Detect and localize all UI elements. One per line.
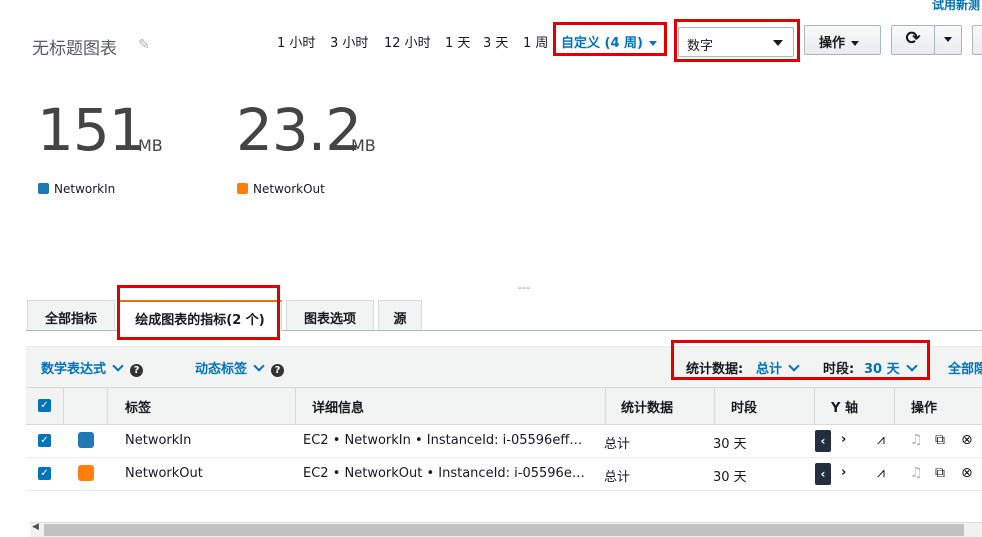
column-separator [894,387,895,425]
legend-swatch [38,183,49,194]
row-period[interactable]: 30 天 [713,433,747,452]
tab-source[interactable]: 源 [378,300,422,330]
y-axis-left-toggle[interactable]: ‹ [815,430,831,452]
column-header-y-axis[interactable]: Y 轴 [831,397,858,416]
chevron-down-icon [253,360,265,372]
y-axis-right-toggle[interactable]: › [841,465,846,480]
row-details: EC2 • NetworkOut • InstanceId: i-05596e… [303,466,585,481]
help-icon[interactable]: ? [130,364,144,377]
resize-handle[interactable]: --- [518,281,530,294]
column-separator [605,387,606,425]
row-statistic[interactable]: 总计 [604,466,630,485]
remove-icon[interactable]: ⊗ [961,432,973,448]
column-separator [107,387,108,425]
row-period[interactable]: 30 天 [713,466,747,485]
refresh-icon: ⟳ [905,28,921,49]
metric-unit-networkin: MB [138,136,163,155]
row-checkbox[interactable]: ✓ [38,467,51,480]
metric-value-networkout: 23.2 [236,96,362,164]
metric-value-networkin: 151 [37,96,146,164]
y-axis-right-toggle[interactable]: › [841,432,846,447]
scrollbar-thumb[interactable] [44,524,964,536]
highlight-box [117,285,280,340]
range-3d[interactable]: 3 天 [483,32,508,51]
actions-button-label: 操作 [819,36,846,51]
row-statistic[interactable]: 总计 [604,433,630,452]
column-header-period[interactable]: 时段 [731,397,757,416]
scroll-left-icon[interactable]: ◀ [32,522,39,532]
select-all-checkbox[interactable]: ✓ [38,399,51,412]
range-12h[interactable]: 12 小时 [384,32,431,51]
refresh-button[interactable]: ⟳ [891,25,935,55]
highlight-box [671,340,930,380]
all-toggle-link[interactable]: 全部隐 [948,358,982,377]
legend-networkout: NetworkOut [237,182,325,196]
tab-all-metrics[interactable]: 全部指标 [27,300,115,330]
row-label[interactable]: NetworkOut [125,466,203,481]
range-1h[interactable]: 1 小时 [277,32,315,51]
actions-button[interactable]: 操作 [804,25,881,55]
column-separator [295,387,296,425]
remove-icon[interactable]: ⊗ [961,465,973,481]
legend-label: NetworkIn [54,182,116,196]
row-checkbox[interactable]: ✓ [38,434,51,447]
help-icon[interactable]: ? [271,364,285,377]
dynamic-labels-label: 动态标签 [195,362,248,377]
y-axis-left-toggle[interactable]: ‹ [815,463,831,485]
highlight-box [553,22,667,56]
more-button[interactable] [972,25,982,55]
legend-label: NetworkOut [253,182,325,196]
column-separator [63,387,64,425]
column-header-label[interactable]: 标签 [125,397,151,416]
try-new-link[interactable]: 试用新测 [932,0,980,13]
color-swatch[interactable] [78,465,94,481]
caret-down-icon [851,41,860,46]
duplicate-icon[interactable]: ⧉ [935,432,945,448]
caret-down-icon [944,37,952,42]
math-expression-label: 数学表达式 [41,362,107,377]
math-function-icon[interactable]: ⩘ [877,465,885,481]
edit-title-icon[interactable]: ✎ [138,37,150,53]
range-1d[interactable]: 1 天 [445,32,470,51]
column-header-statistic[interactable]: 统计数据 [621,397,673,416]
bell-icon[interactable]: ♫ [910,432,923,448]
chevron-down-icon [112,360,124,372]
page-title: 无标题图表 [32,39,117,59]
dynamic-labels-dropdown[interactable]: 动态标签? [195,358,285,377]
bell-icon[interactable]: ♫ [910,465,923,481]
column-separator [714,387,715,425]
highlight-box [674,19,800,62]
column-header-details[interactable]: 详细信息 [312,397,364,416]
range-1w[interactable]: 1 周 [523,32,548,51]
column-header-actions: 操作 [911,401,938,416]
legend-swatch [237,183,248,194]
duplicate-icon[interactable]: ⧉ [935,465,945,481]
refresh-options-button[interactable] [934,25,962,55]
row-label[interactable]: NetworkIn [125,433,191,448]
legend-networkin: NetworkIn [38,182,115,196]
row-details: EC2 • NetworkIn • InstanceId: i-05596eff… [303,433,583,448]
column-separator [814,387,815,425]
color-swatch[interactable] [78,432,94,448]
metric-unit-networkout: MB [351,136,376,155]
range-3h[interactable]: 3 小时 [330,32,368,51]
math-function-icon[interactable]: ⩘ [877,432,885,448]
tab-graph-options[interactable]: 图表选项 [286,300,374,330]
math-expression-dropdown[interactable]: 数学表达式? [41,358,144,377]
